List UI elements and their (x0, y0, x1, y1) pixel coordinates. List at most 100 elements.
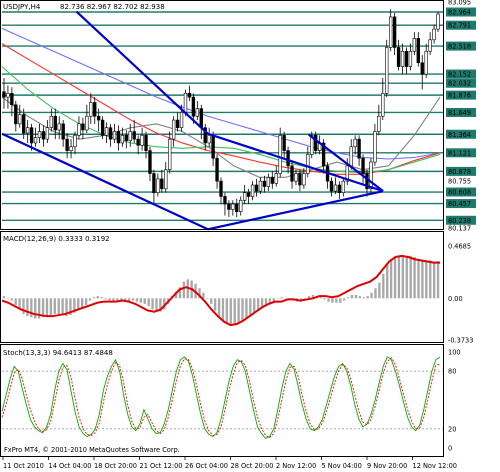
macd-bar (323, 298, 326, 300)
macd-bar (362, 297, 365, 299)
candle-body (428, 39, 432, 52)
candle-body (69, 146, 73, 151)
candle-body (14, 104, 18, 125)
candle-body (270, 177, 274, 184)
candle-body (93, 102, 97, 117)
macd-bar (327, 298, 330, 302)
candle-body (361, 157, 365, 174)
candle-body (73, 135, 77, 148)
candle-body (385, 47, 389, 94)
macd-bar (397, 256, 401, 299)
macd-bar (45, 298, 49, 317)
stoch-title: Stoch(13,3,3) 94.6413 87.4848 (3, 349, 113, 357)
price-title: USDJPY,H4 (3, 3, 41, 11)
time-tick-label: 26 Oct 04:00 (185, 462, 228, 470)
candle-body (61, 123, 65, 140)
candle-body (96, 115, 101, 121)
candle-body (112, 131, 117, 140)
macd-bar (382, 273, 385, 299)
candle-body (231, 203, 235, 210)
macd-bar (350, 294, 354, 299)
macd-bar (374, 288, 377, 299)
candle-body (420, 62, 424, 75)
macd-bar (57, 298, 60, 314)
macd-bar (206, 298, 209, 299)
candle-body (412, 37, 417, 52)
candle-body (136, 138, 140, 146)
candle-body (239, 199, 243, 213)
macd-bar (436, 261, 440, 299)
candle-body (175, 119, 180, 128)
macd-bar (151, 298, 154, 310)
candle-body (191, 96, 196, 117)
macd-bar (92, 297, 96, 299)
macd-tick-label: -0.3733 (448, 337, 473, 345)
price-tick-label: 81.364 (448, 131, 471, 139)
ohlc-readout: 82.736 82.967 82.702 82.938 (60, 3, 165, 11)
candle-body (416, 37, 420, 64)
candle-body (104, 127, 109, 136)
candle-body (349, 146, 353, 167)
candle-body (436, 13, 440, 30)
macd-bar (233, 298, 236, 326)
candle-body (187, 93, 192, 98)
candle-body (278, 135, 282, 174)
candle-body (25, 127, 30, 134)
candle-body (282, 135, 286, 151)
macd-bar (405, 256, 408, 299)
time-tick-label: 21 Oct 12:00 (140, 462, 183, 470)
candle-body (286, 150, 290, 167)
macd-bar (210, 298, 213, 304)
chart-window: 83.095 82.964 82.791 82.518 82.152 82.032 81.8… (0, 0, 500, 472)
price-tick-label: 82.518 (448, 43, 471, 51)
candle-body (262, 180, 267, 187)
macd-bar (253, 298, 256, 313)
macd-bar (225, 298, 229, 324)
candle-body (333, 184, 338, 192)
macd-panel-border (0, 231, 444, 343)
macd-bar (14, 298, 17, 306)
price-tick-label: 80.457 (448, 200, 471, 208)
candle-body (41, 131, 46, 140)
candle-body (274, 173, 278, 184)
stoch-lines (1, 356, 441, 439)
macd-bar (378, 282, 381, 299)
candle-body (77, 123, 81, 136)
candle-body (195, 108, 200, 117)
macd-bar (386, 264, 389, 299)
macd-bar (319, 297, 322, 299)
macd-bar (96, 296, 99, 299)
macd-bar (10, 298, 13, 301)
price-tick-label: 82.964 (448, 9, 471, 17)
macd-bar (34, 298, 37, 319)
time-tick-label: 18 Oct 20:00 (94, 462, 137, 470)
candle-body (211, 135, 215, 159)
macd-bar (346, 297, 350, 299)
macd-bar (335, 298, 338, 303)
candle-body (424, 50, 428, 75)
stoch-tick-label: 100 (448, 349, 461, 357)
macd-bar (229, 298, 232, 326)
candle-body (207, 135, 211, 144)
candle-body (85, 115, 89, 131)
candle-body (37, 131, 42, 138)
macd-bar (245, 298, 248, 319)
candle-body (33, 137, 38, 144)
candle-body (6, 93, 10, 98)
candle-body (235, 203, 239, 213)
macd-bar (84, 298, 88, 306)
time-axis: 11 Oct 2010 14 Oct 04:00 18 Oct 20:00 21 Oc… (2, 457, 457, 470)
macd-bar (131, 298, 135, 301)
macd-bar (249, 298, 252, 316)
macd-bar (202, 292, 205, 299)
macd-bar (421, 260, 424, 299)
macd-histogram (2, 255, 440, 326)
macd-bar (221, 298, 225, 321)
macd-bar (280, 297, 283, 299)
price-tick-label: 82.032 (448, 80, 471, 88)
price-tick-label: 80.137 (448, 225, 471, 233)
price-tick-label: 80.608 (448, 189, 471, 197)
candle-body (302, 173, 306, 186)
candle-body (144, 135, 148, 151)
candle-body (164, 169, 168, 190)
